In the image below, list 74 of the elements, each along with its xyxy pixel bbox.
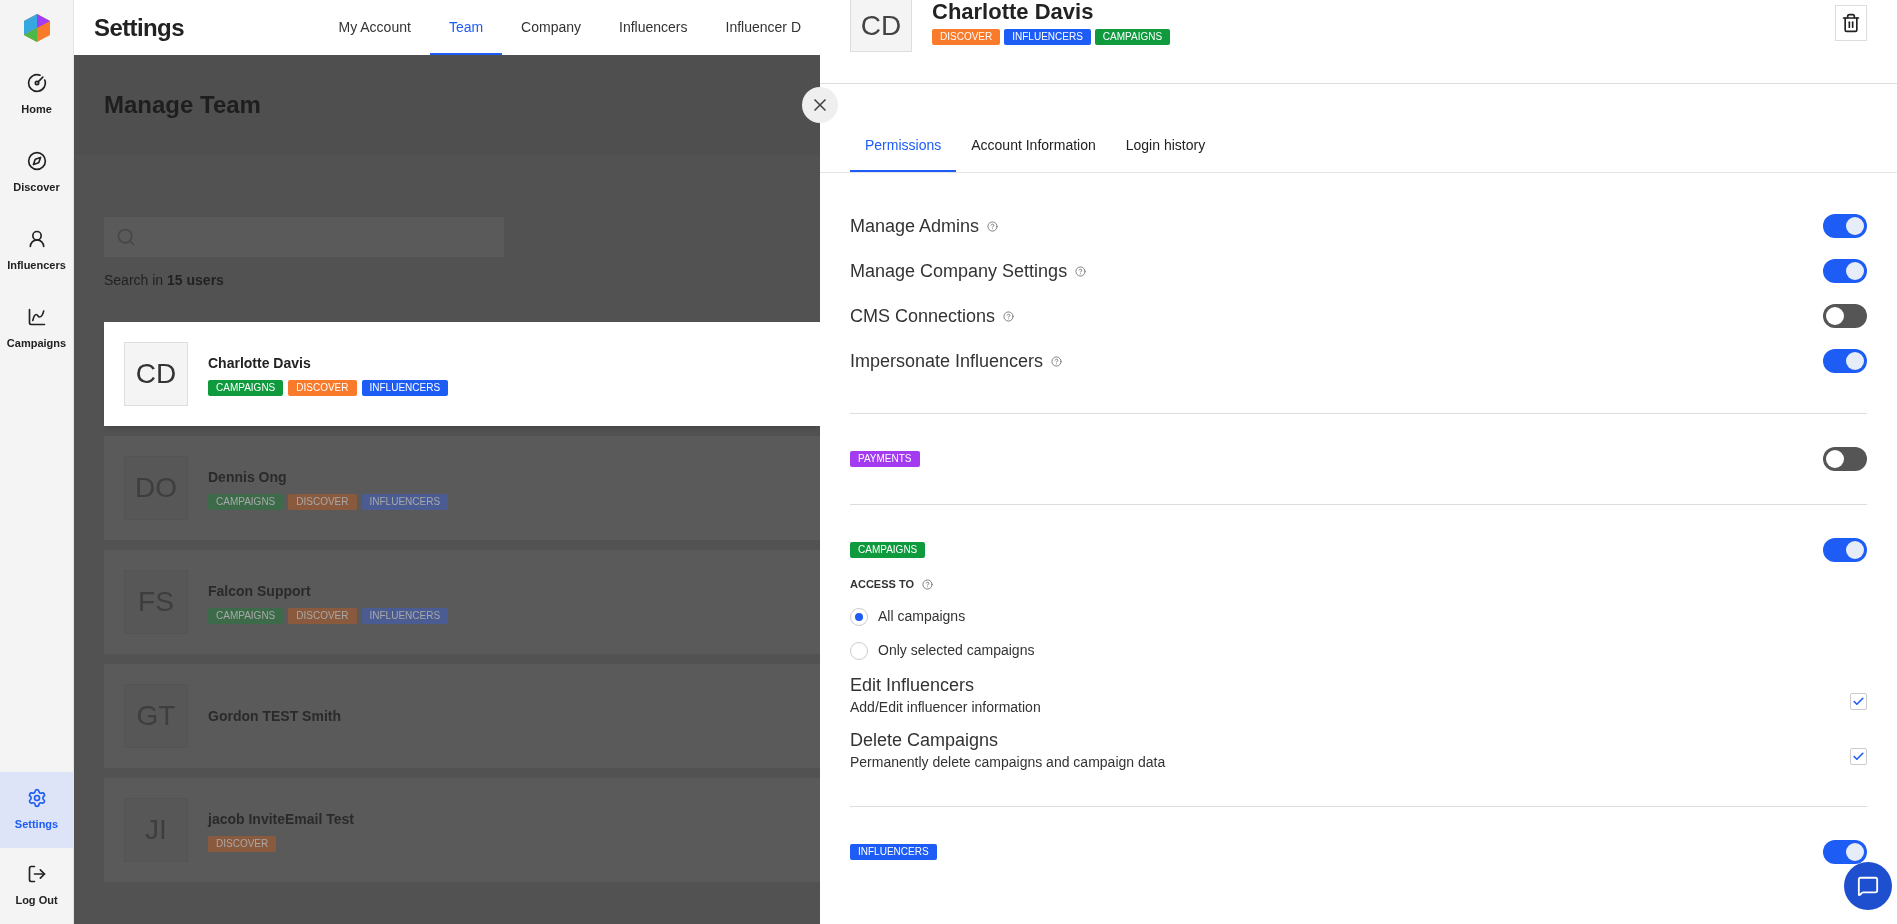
toggle-switch[interactable]	[1823, 538, 1867, 562]
user-name: Charlotte Davis	[208, 353, 312, 373]
tag: DISCOVER	[288, 379, 357, 396]
help-icon[interactable]	[1051, 355, 1063, 367]
help-icon[interactable]	[987, 220, 999, 232]
tag: CAMPAIGNS	[208, 493, 284, 510]
sidebar-item[interactable]: Home	[0, 57, 73, 133]
tag: INFLUENCERS	[850, 843, 937, 860]
delete-button[interactable]	[1835, 5, 1867, 41]
checkbox[interactable]	[1850, 747, 1867, 765]
tag: DISCOVER	[288, 493, 357, 510]
tag: DISCOVER	[208, 835, 277, 852]
toggle-switch[interactable]	[1823, 349, 1867, 373]
chat-button[interactable]	[1844, 862, 1892, 910]
option-description: Permanently delete campaigns and campaign data	[850, 752, 1166, 772]
toggle-switch[interactable]	[1823, 214, 1867, 238]
tag: INFLUENCERS	[361, 379, 449, 396]
sidebar-item[interactable]: Discover	[0, 135, 73, 211]
trash-icon	[1841, 13, 1861, 33]
nav-tab[interactable]: Influencers	[600, 0, 707, 55]
checkbox[interactable]	[1850, 692, 1867, 710]
logout-icon	[26, 863, 47, 884]
permission-label: Impersonate Influencers	[850, 349, 1044, 373]
tag: DISCOVER	[932, 29, 1001, 45]
avatar-initials: CD	[124, 342, 188, 406]
panel-tab[interactable]: Login history	[1110, 120, 1221, 172]
access-label: ACCESS TO	[850, 577, 914, 592]
tag: DISCOVER	[288, 607, 357, 624]
check-icon	[1852, 749, 1865, 763]
tag: CAMPAIGNS	[1094, 29, 1171, 45]
toggle-switch[interactable]	[1823, 259, 1867, 283]
panel-tab[interactable]: Permissions	[850, 120, 957, 172]
help-icon[interactable]	[922, 578, 933, 590]
tag: CAMPAIGNS	[208, 379, 284, 396]
chart-icon	[26, 306, 47, 327]
radio-option[interactable]: All campaigns	[850, 606, 1867, 627]
gauge-icon	[26, 72, 47, 93]
nav-tab[interactable]: My Account	[319, 0, 430, 55]
radio-option[interactable]: Only selected campaigns	[850, 640, 1867, 661]
panel-tab[interactable]: Account Information	[956, 120, 1111, 172]
sidebar-item[interactable]: Log Out	[0, 848, 73, 924]
user-icon	[26, 228, 47, 249]
help-icon[interactable]	[1075, 265, 1087, 277]
permission-label: Manage Admins	[850, 214, 980, 238]
compass-icon	[26, 150, 47, 171]
sidebar-item[interactable]: Settings	[0, 772, 73, 848]
option-description: Add/Edit influencer information	[850, 697, 1041, 717]
permission-label: CMS Connections	[850, 304, 996, 328]
toggle-switch[interactable]	[1823, 839, 1867, 864]
hexagon-logo-icon	[23, 13, 50, 42]
toggle-switch[interactable]	[1823, 447, 1867, 471]
page-title: Settings	[94, 12, 185, 43]
close-button[interactable]	[802, 87, 838, 123]
user-card[interactable]: CD Charlotte Davis CAMPAIGNS DISCOVER INFLUENCERS	[104, 322, 820, 426]
sidebar-item[interactable]: Influencers	[0, 213, 73, 289]
avatar-initials: CD	[850, 0, 912, 52]
toggle-switch[interactable]	[1823, 304, 1867, 328]
tag: INFLUENCERS	[361, 607, 449, 624]
help-icon[interactable]	[1003, 310, 1015, 322]
option-title: Edit Influencers	[850, 673, 976, 697]
tag: CAMPAIGNS	[850, 542, 926, 558]
nav-tab[interactable]: Influencer D	[706, 0, 820, 55]
check-icon	[1852, 694, 1865, 708]
permission-label: Manage Company Settings	[850, 259, 1068, 283]
nav-tab[interactable]: Company	[502, 0, 601, 55]
tag: PAYMENTS	[850, 451, 920, 467]
settings-icon	[26, 787, 47, 808]
user-name: Charlotte Davis	[932, 0, 1095, 24]
tag: CAMPAIGNS	[208, 607, 284, 624]
chat-icon	[1857, 875, 1879, 897]
tag: INFLUENCERS	[361, 493, 449, 510]
tag: INFLUENCERS	[1004, 29, 1091, 45]
sidebar-item[interactable]: Campaigns	[0, 291, 73, 367]
option-title: Delete Campaigns	[850, 728, 1000, 752]
